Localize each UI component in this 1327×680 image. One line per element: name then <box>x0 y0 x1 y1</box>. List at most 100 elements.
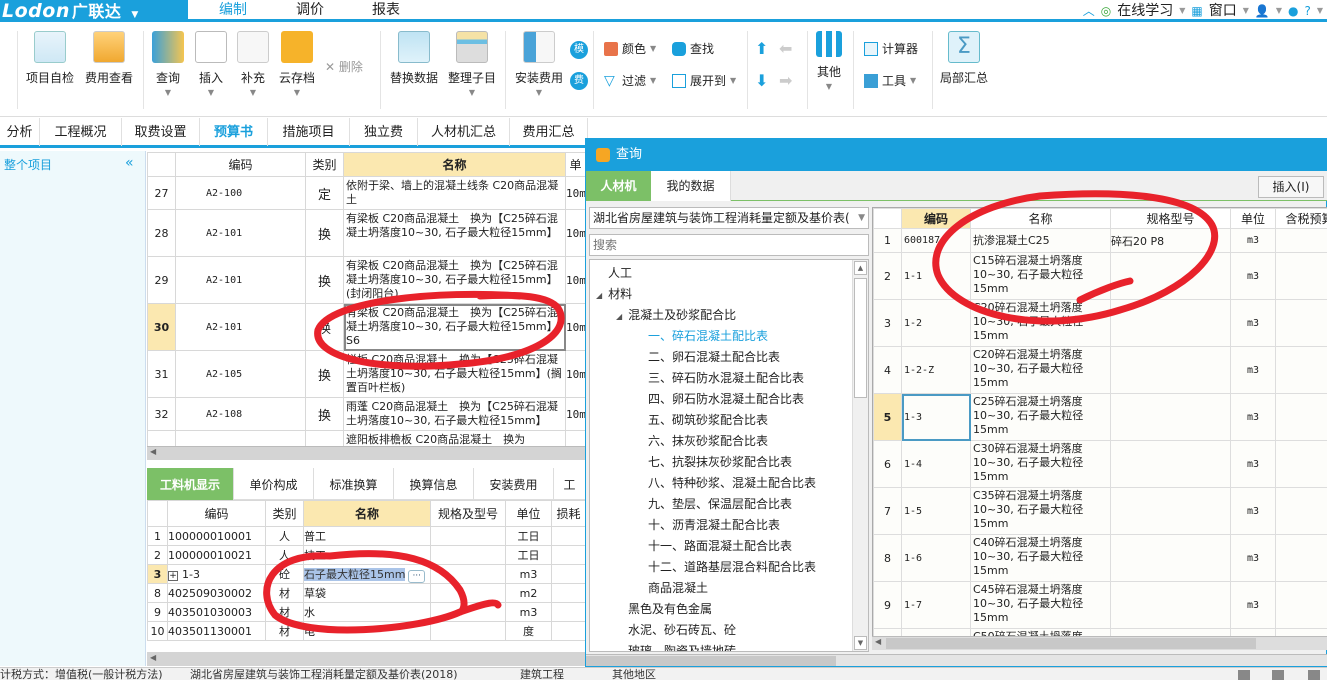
tree-expand-arrow-icon[interactable]: ◢ <box>616 312 622 321</box>
tree-node[interactable]: 一、碎石混凝土配比表 <box>648 326 768 347</box>
scrollbar-thumb[interactable] <box>854 278 867 398</box>
insert-button[interactable]: 插入 ▼ <box>193 31 229 97</box>
tab-budget[interactable]: 预算书 <box>200 118 268 146</box>
calculator-button[interactable]: 计算器 <box>864 39 918 59</box>
col-header-tax-price[interactable]: 含税预算 <box>1275 208 1327 229</box>
tab-my-data[interactable]: 我的数据 <box>651 171 731 201</box>
table-row[interactable]: 61-4C30碎石混凝土坍落度10~30, 石子最大粒径15mmm332 <box>873 440 1327 488</box>
tab-conversion-info[interactable]: 换算信息 <box>394 468 474 500</box>
move-right-arrow-icon[interactable]: ➡ <box>779 71 792 90</box>
table-row-selected[interactable]: 3 +1-3 砼 石子最大粒径15mm ··· m3 <box>147 564 586 584</box>
tree-node[interactable]: 三、碎石防水混凝土配合比表 <box>648 368 804 389</box>
horizontal-scrollbar[interactable]: ◀ <box>147 652 585 666</box>
tab-fee-summary[interactable]: 费用汇总 <box>510 118 588 146</box>
dialog-title-bar[interactable]: 查询 <box>586 139 1327 171</box>
replace-data-button[interactable]: 替换数据 <box>388 31 440 86</box>
table-row[interactable]: 91-7C45碎石混凝土坍落度10~30, 石子最大粒径15mmm335 <box>873 581 1327 629</box>
tree-node[interactable]: 商品混凝土 <box>648 578 708 599</box>
dialog-horizontal-scrollbar[interactable] <box>586 654 1327 666</box>
scroll-left-arrow-icon[interactable]: ◀ <box>875 637 881 646</box>
collapse-ribbon-icon[interactable]: ︿ <box>1083 0 1095 22</box>
tab-more[interactable]: 工 <box>554 468 585 500</box>
search-input[interactable] <box>589 234 869 256</box>
online-learning-button[interactable]: 在线学习 <box>1117 0 1173 22</box>
menu-tab-adjust-price[interactable]: 调价 <box>290 0 330 22</box>
name-edit-cell[interactable]: 石子最大粒径15mm ··· <box>303 564 431 584</box>
table-row[interactable]: 81-6C40碎石混凝土坍落度10~30, 石子最大粒径15mmm332 <box>873 534 1327 582</box>
tree-node[interactable]: 五、砌筑砂浆配合比表 <box>648 410 768 431</box>
table-row[interactable]: 8 402509030002 材草袋 m2 <box>147 583 586 603</box>
tree-node[interactable]: ◢ 混凝土及砂浆配合比 <box>616 305 736 326</box>
tree-expand-arrow-icon[interactable]: ◢ <box>596 291 602 300</box>
other-button[interactable]: 其他 ▼ <box>813 31 845 91</box>
assistant-icon[interactable]: ● <box>1288 0 1298 22</box>
col-header-unit[interactable]: 单位 <box>505 500 552 527</box>
table-row[interactable]: 27 A2-100 定 依附于梁、墙上的混凝土线条 C20商品混凝土 10m <box>147 176 586 210</box>
window-menu-button[interactable]: 窗口 <box>1209 0 1237 22</box>
table-row[interactable]: 31-2C20碎石混凝土坍落度10~30, 石子最大粒径15mmm327 <box>873 299 1327 347</box>
table-row[interactable]: 10 403501130001 材电度 <box>147 621 586 641</box>
table-row[interactable]: 9 403501030003 材水 m3 <box>147 602 586 622</box>
name-edit-input[interactable]: 石子最大粒径15mm <box>304 567 406 581</box>
table-row[interactable]: 1600187…抗渗混凝土C25碎石20 P8m33 <box>873 228 1327 253</box>
chevron-down-icon[interactable]: ▼ <box>1243 0 1249 22</box>
table-row-selected[interactable]: 51-3C25碎石混凝土坍落度10~30, 石子最大粒径15mmm329 <box>873 393 1327 441</box>
col-header-unit[interactable]: 单位 <box>1230 208 1276 229</box>
table-row-selected[interactable]: 30 A2-101 换 有梁板 C20商品混凝土 换为【C25碎石混凝土坍落度1… <box>147 303 586 351</box>
col-header-spec[interactable]: 规格及型号 <box>430 500 506 527</box>
query-button[interactable]: 查询 ▼ <box>150 31 186 97</box>
tree-node[interactable]: 水泥、砂石砖瓦、砼 <box>628 620 736 641</box>
tab-labor-material-machine[interactable]: 人材机 <box>586 171 651 201</box>
tab-fee-settings[interactable]: 取费设置 <box>122 118 200 146</box>
col-header-loss[interactable]: 损耗 <box>551 500 586 527</box>
col-header-name[interactable]: 名称 <box>970 208 1111 229</box>
organize-items-button[interactable]: 整理子目 ▼ <box>446 31 498 97</box>
col-header-unit[interactable]: 单 <box>565 152 586 177</box>
supplement-button[interactable]: 补充 ▼ <box>235 31 271 97</box>
tree-node[interactable]: 黑色及有色金属 <box>628 599 712 620</box>
tab-standard-conversion[interactable]: 标准换算 <box>314 468 394 500</box>
expand-to-button[interactable]: 展开到 ▼ <box>672 71 736 91</box>
col-header-spec[interactable]: 规格型号 <box>1110 208 1231 229</box>
tab-project-overview[interactable]: 工程概况 <box>40 118 122 146</box>
col-header-code[interactable]: 编码 <box>167 500 266 527</box>
table-row[interactable]: 2 100000010021 人技工 工日 <box>147 545 586 565</box>
fee-view-button[interactable]: 费用查看 <box>82 31 136 86</box>
move-up-arrow-icon[interactable]: ⬆ <box>755 39 768 58</box>
tree-node[interactable]: 六、抹灰砂浆配合比表 <box>648 431 768 452</box>
tab-measures[interactable]: 措施项目 <box>268 118 350 146</box>
menu-tab-report[interactable]: 报表 <box>365 0 407 22</box>
table-row[interactable]: 41-2-ZC20碎石混凝土坍落度10~30, 石子最大粒径15mmm327 <box>873 346 1327 394</box>
view-icon[interactable] <box>1308 670 1320 680</box>
tab-analysis[interactable]: 分析 <box>0 118 40 146</box>
tools-button[interactable]: 工具 ▼ <box>864 71 916 91</box>
col-header-code[interactable]: 编码 <box>175 152 306 177</box>
delete-button[interactable]: ✕ 删除 <box>325 58 363 75</box>
tree-node[interactable]: ◢ 材料 <box>596 284 632 305</box>
horizontal-scrollbar[interactable]: ◀ <box>872 636 1327 650</box>
tree-root-whole-project[interactable]: 整个项目 <box>4 156 52 173</box>
find-button[interactable]: 查找 <box>672 39 714 59</box>
scrollbar-thumb[interactable] <box>586 656 836 666</box>
install-fee-button[interactable]: 安装费用 ▼ <box>512 31 566 97</box>
table-row[interactable]: 32 A2-108 换 雨蓬 C20商品混凝土 换为【C25碎石混凝土坍落度10… <box>147 397 586 431</box>
scroll-up-arrow-icon[interactable]: ▲ <box>854 261 867 275</box>
tree-node[interactable]: 十一、路面混凝土配合比表 <box>648 536 792 557</box>
tree-node[interactable]: 四、卵石防水混凝土配合比表 <box>648 389 804 410</box>
help-icon[interactable]: ? <box>1304 0 1310 22</box>
col-header-name[interactable]: 名称 <box>303 500 431 527</box>
fee-button[interactable]: 费 <box>570 72 588 90</box>
table-row[interactable]: 21-1C15碎石混凝土坍落度10~30, 石子最大粒径15mmm32 <box>873 252 1327 300</box>
mold-button[interactable]: 模 <box>570 41 588 59</box>
scrollbar-thumb[interactable] <box>886 638 1256 649</box>
scroll-left-arrow-icon[interactable]: ◀ <box>150 447 156 456</box>
tree-node[interactable]: 十、沥青混凝土配合比表 <box>648 515 780 536</box>
insert-button[interactable]: 插入(I) <box>1258 176 1324 198</box>
partial-sum-button[interactable]: Σ 局部汇总 <box>938 31 990 86</box>
library-select[interactable]: 湖北省房屋建筑与装饰工程消耗量定额及基价表(▼ <box>589 207 869 229</box>
view-icon[interactable] <box>1272 670 1284 680</box>
project-check-button[interactable]: 项目自检 <box>24 31 76 86</box>
filter-button[interactable]: ▽ 过滤 ▼ <box>604 71 656 91</box>
col-header-type[interactable]: 类别 <box>305 152 344 177</box>
tab-resource-display[interactable]: 工料机显示 <box>147 468 234 500</box>
